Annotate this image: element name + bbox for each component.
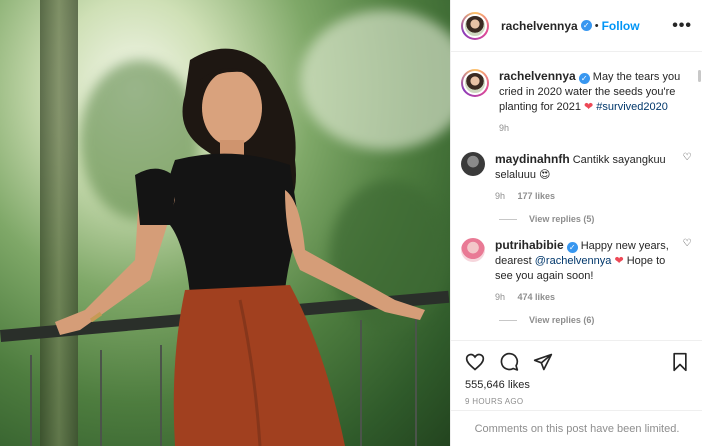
comment-likes[interactable]: 177 likes bbox=[518, 191, 556, 201]
heart-eyes-emoji: 😍 bbox=[539, 169, 551, 181]
post-timestamp[interactable]: 9 HOURS AGO bbox=[465, 397, 689, 406]
comment-username[interactable]: maydinahnfh bbox=[495, 152, 570, 166]
comment-icon[interactable] bbox=[499, 352, 519, 372]
post-sidebar: rachelvennya ✓ • Follow ••• rachelvennya… bbox=[450, 0, 702, 446]
comment-like-heart-icon[interactable]: ♡ bbox=[681, 238, 693, 305]
caption-hashtag[interactable]: #survived2020 bbox=[596, 101, 668, 113]
replies-divider-line bbox=[499, 319, 517, 321]
bookmark-icon[interactable] bbox=[671, 352, 689, 372]
red-heart-emoji: ❤ bbox=[614, 255, 624, 267]
photo-person bbox=[55, 48, 425, 446]
separator-dot: • bbox=[594, 19, 599, 32]
verified-badge-icon: ✓ bbox=[566, 242, 578, 253]
paper-plane-icon[interactable] bbox=[533, 352, 553, 372]
caption-username[interactable]: rachelvennya bbox=[499, 69, 576, 83]
replies-divider-line bbox=[499, 218, 517, 220]
comment-item: maydinahnfh Cantikk sayangkuu selaluuu 😍… bbox=[461, 152, 693, 204]
view-replies-label: View replies (5) bbox=[529, 214, 595, 224]
caption-avatar[interactable] bbox=[461, 69, 489, 97]
view-replies-button[interactable]: View replies (5) bbox=[499, 214, 693, 224]
post-photo[interactable] bbox=[0, 0, 450, 446]
commenter-avatar[interactable] bbox=[461, 152, 485, 176]
caption: rachelvennya ✓ May the tears you cried in… bbox=[461, 69, 693, 136]
verified-badge-icon: ✓ bbox=[580, 20, 592, 31]
author-username[interactable]: rachelvennya bbox=[501, 19, 578, 33]
likes-count[interactable]: 555,646 likes bbox=[465, 379, 689, 391]
view-replies-label: View replies (6) bbox=[529, 315, 595, 325]
commenter-avatar[interactable] bbox=[461, 238, 485, 262]
comment-like-heart-icon[interactable]: ♡ bbox=[681, 152, 693, 204]
follow-button[interactable]: Follow bbox=[602, 19, 640, 33]
verified-badge-icon: ✓ bbox=[578, 73, 590, 84]
post-actions: 555,646 likes 9 HOURS AGO bbox=[451, 340, 702, 406]
more-options-icon[interactable]: ••• bbox=[672, 17, 692, 35]
author-avatar[interactable] bbox=[461, 11, 489, 40]
comments-list: rachelvennya ✓ May the tears you cried in… bbox=[451, 53, 702, 340]
comments-limited-notice: Comments on this post have been limited. bbox=[451, 410, 702, 446]
heart-icon[interactable] bbox=[465, 352, 485, 372]
post-header: rachelvennya ✓ • Follow ••• bbox=[451, 0, 702, 52]
comment-item: putrihabibie ✓ Happy new years, dearest @… bbox=[461, 238, 693, 305]
comment-time[interactable]: 9h bbox=[495, 292, 505, 302]
comment-time[interactable]: 9h bbox=[495, 191, 505, 201]
view-replies-button[interactable]: View replies (6) bbox=[499, 315, 693, 325]
caption-time[interactable]: 9h bbox=[499, 123, 509, 133]
red-heart-emoji: ❤ bbox=[584, 101, 594, 113]
comment-username[interactable]: putrihabibie bbox=[495, 238, 564, 252]
comment-mention[interactable]: @rachelvennya bbox=[535, 255, 612, 267]
comment-likes[interactable]: 474 likes bbox=[518, 292, 556, 302]
